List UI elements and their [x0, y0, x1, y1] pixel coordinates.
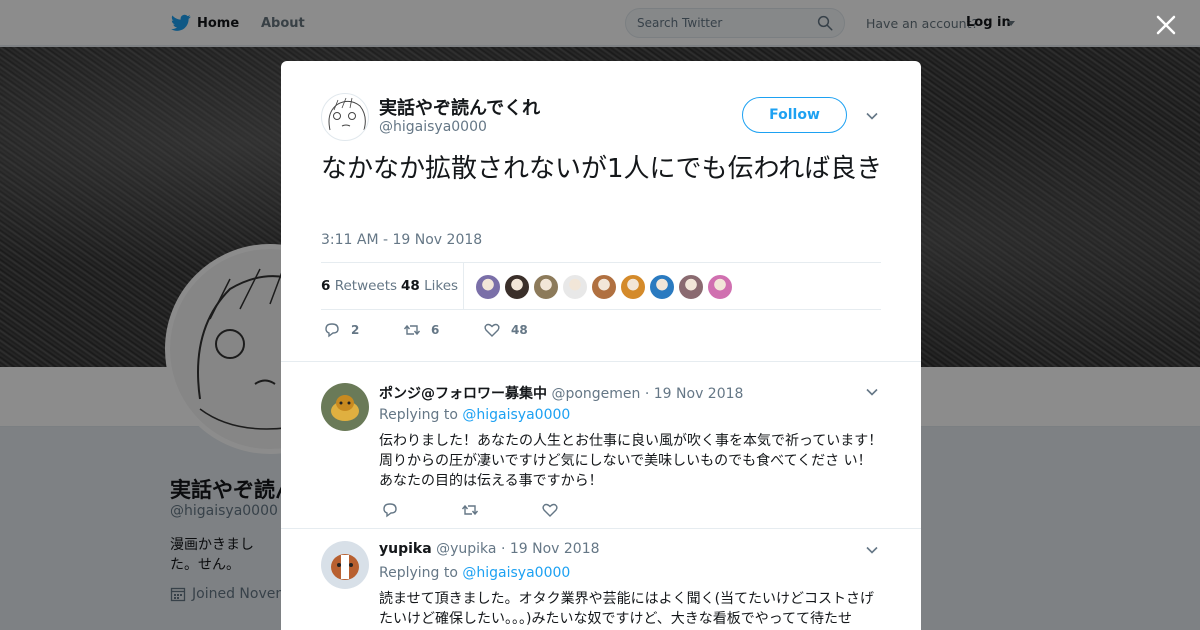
retweets-count: 6 [321, 278, 331, 294]
liker-avatar[interactable] [649, 274, 675, 300]
reply-author-handle[interactable]: @pongemen [551, 386, 640, 402]
follow-button[interactable]: Follow [742, 97, 847, 133]
retweet-action[interactable]: 6 [403, 321, 439, 339]
liker-avatar[interactable] [707, 274, 733, 300]
reply-author-handle[interactable]: @yupika [436, 541, 496, 557]
author-handle[interactable]: @higaisya0000 [379, 119, 487, 135]
heart-icon[interactable] [541, 501, 559, 519]
tweet-modal: 実話やぞ読んでくれ @higaisya0000 Follow なかなか拡散されな… [281, 61, 921, 630]
reply-action[interactable]: 2 [323, 321, 359, 339]
tweet-stats: 6 Retweets 48 Likes [321, 262, 881, 310]
retweet-action-count: 6 [431, 323, 440, 337]
like-action[interactable]: 48 [483, 321, 528, 339]
divider [281, 361, 921, 362]
reply-avatar[interactable] [321, 383, 369, 431]
author-name[interactable]: 実話やぞ読んでくれ [379, 94, 540, 120]
replying-to-link[interactable]: @higaisya0000 [462, 565, 570, 581]
chevron-down-icon[interactable] [865, 543, 879, 557]
chevron-down-icon[interactable] [865, 109, 879, 123]
tweet-text: なかなか拡散されないが1人にでも伝われば良き [321, 154, 883, 184]
replying-to: Replying to @higaisya0000 [379, 407, 570, 423]
reply-author-name[interactable]: yupika [379, 541, 432, 557]
reply-date[interactable]: · 19 Nov 2018 [501, 541, 600, 557]
likes-stat[interactable]: 48 Likes [401, 278, 458, 294]
replying-to-link[interactable]: @higaisya0000 [462, 407, 570, 423]
replying-to: Replying to @higaisya0000 [379, 565, 570, 581]
replying-to-label: Replying to [379, 565, 458, 581]
retweets-label: Retweets [334, 278, 398, 294]
liker-avatar[interactable] [591, 274, 617, 300]
tweet-timestamp[interactable]: 3:11 AM - 19 Nov 2018 [321, 232, 482, 248]
likes-count: 48 [401, 278, 420, 294]
reply-date[interactable]: · 19 Nov 2018 [645, 386, 744, 402]
liker-avatar[interactable] [475, 274, 501, 300]
liker-avatar[interactable] [620, 274, 646, 300]
reply-text: 伝わりました！あなたの人生とお仕事に良い風が吹く事を本気で祈っています！ 周りか… [379, 433, 883, 489]
divider [281, 528, 921, 529]
like-action-count: 48 [511, 323, 528, 337]
author-avatar[interactable] [321, 93, 369, 141]
reply-header: yupika @yupika · 19 Nov 2018 [379, 541, 600, 557]
likes-label: Likes [424, 278, 459, 294]
close-icon[interactable] [1155, 14, 1177, 36]
chevron-down-icon[interactable] [865, 385, 879, 399]
liker-avatar[interactable] [504, 274, 530, 300]
retweet-icon [403, 324, 421, 336]
reply-avatar[interactable] [321, 541, 369, 589]
liker-avatar[interactable] [533, 274, 559, 300]
reply-author-name[interactable]: ポンジ@フォロワー募集中 [379, 386, 547, 402]
reply-count: 2 [351, 323, 360, 337]
replying-to-label: Replying to [379, 407, 458, 423]
retweets-stat[interactable]: 6 Retweets [321, 278, 397, 294]
retweet-icon[interactable] [461, 501, 479, 519]
heart-icon [484, 323, 500, 337]
liker-avatar[interactable] [678, 274, 704, 300]
reply-text: 読ませて頂きました。オタク業界や芸能にはよく聞く(当てたいけどコストさげたいけど… [379, 591, 875, 627]
liker-avatar[interactable] [562, 274, 588, 300]
reply-header: ポンジ@フォロワー募集中 @pongemen · 19 Nov 2018 [379, 383, 743, 403]
stats-divider [463, 263, 464, 310]
reply-icon [325, 323, 339, 338]
reply-icon[interactable] [381, 501, 399, 519]
